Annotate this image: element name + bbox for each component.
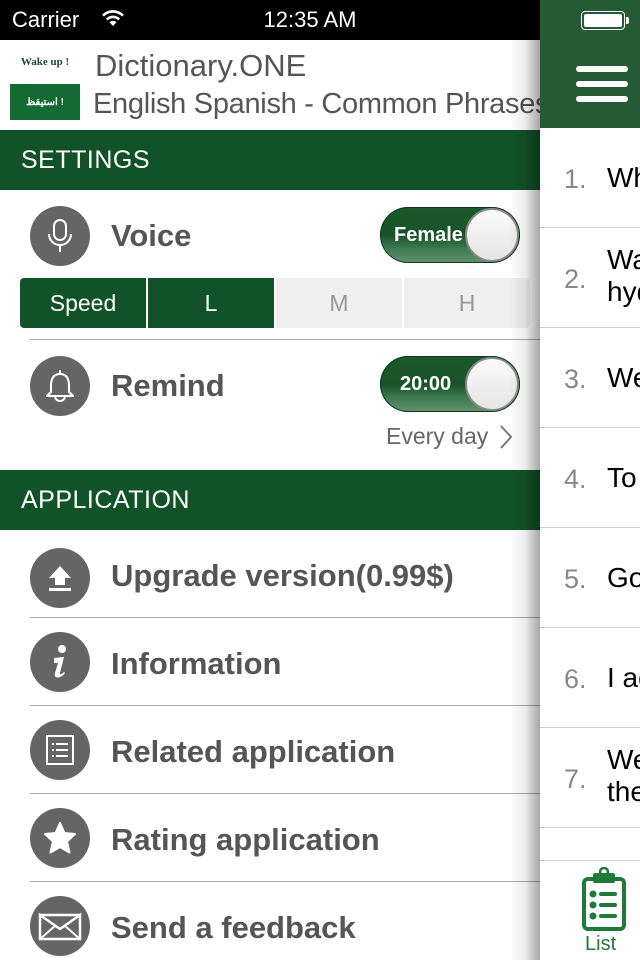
phrase-row[interactable]: 6. I ag — [540, 628, 640, 728]
voice-toggle-value: Female — [394, 224, 463, 246]
envelope-icon — [30, 896, 90, 956]
list-icon — [30, 720, 90, 780]
menu-item-label: Upgrade version(0.99$) — [111, 558, 454, 593]
phrase-row[interactable]: 1. Wh — [540, 128, 640, 228]
phrase-number: 3. — [564, 364, 587, 394]
voice-toggle[interactable]: Female — [380, 207, 520, 263]
divider — [30, 881, 540, 882]
phrase-text: Wh — [607, 162, 640, 193]
divider — [30, 339, 540, 340]
phrase-text: To — [607, 462, 637, 493]
speed-label: Speed — [20, 278, 146, 328]
voice-toggle-knob[interactable] — [465, 208, 519, 262]
phrase-list-panel[interactable]: 1. Wh 2. Wa hyd 3. We 4. To 5. Go 6. I a… — [540, 0, 640, 960]
menu-item-label: Information — [111, 646, 282, 681]
tab-list-label[interactable]: List — [585, 933, 616, 956]
phrase-number: 7. — [564, 764, 587, 794]
clipboard-list-icon[interactable] — [581, 866, 627, 938]
divider — [30, 617, 540, 618]
phrase-number: 1. — [564, 164, 587, 194]
phrase-number: 4. — [564, 464, 587, 494]
screen: Carrier 12:35 AM Wake up ! استيقظ ! Dict… — [0, 0, 640, 960]
battery-icon — [581, 11, 625, 30]
chevron-right-icon[interactable] — [498, 424, 514, 455]
remind-toggle-knob[interactable] — [465, 357, 519, 411]
remind-repeat[interactable]: Every day — [386, 423, 488, 450]
application-section-header: APPLICATION — [0, 470, 540, 530]
phrase-text: I ag — [607, 662, 640, 693]
phrase-row[interactable]: 2. Wa hyd — [540, 228, 640, 328]
phrase-row[interactable]: 4. To — [540, 428, 640, 528]
speed-option-high[interactable]: H — [404, 278, 530, 328]
hamburger-icon[interactable] — [576, 66, 628, 102]
phrase-row[interactable]: 5. Go — [540, 528, 640, 628]
info-icon — [30, 632, 90, 692]
remind-toggle[interactable]: 20:00 — [380, 356, 520, 412]
phrase-text-line2: the — [607, 776, 640, 807]
menu-item-label: Rating application — [111, 822, 380, 857]
clock: 12:35 AM — [263, 7, 357, 32]
phrase-row[interactable]: 7. We the — [540, 728, 640, 828]
phrase-number: 2. — [564, 264, 587, 294]
phrase-text: We — [607, 362, 640, 393]
speed-option-medium[interactable]: M — [276, 278, 402, 328]
star-icon — [30, 808, 90, 868]
bell-icon — [30, 356, 90, 416]
app-subtitle: English Spanish - Common Phrases — [93, 88, 550, 120]
remind-label: Remind — [111, 368, 225, 403]
menu-item-label: Send a feedback — [111, 910, 356, 945]
phrase-text: Go — [607, 562, 640, 593]
app-title: Dictionary.ONE — [95, 48, 307, 83]
menu-item-label: Related application — [111, 734, 396, 769]
phrase-number: 6. — [564, 664, 587, 694]
voice-label: Voice — [111, 218, 192, 253]
divider — [30, 705, 540, 706]
microphone-icon — [30, 206, 90, 266]
app-header: Wake up ! استيقظ ! Dictionary.ONE Englis… — [0, 40, 550, 130]
remind-time: 20:00 — [400, 373, 452, 395]
phrase-text: We — [607, 744, 640, 775]
app-logo-badge: استيقظ ! — [10, 84, 80, 120]
settings-section-header: SETTINGS — [0, 130, 540, 190]
panel-header — [540, 0, 640, 128]
divider — [30, 793, 540, 794]
app-logo-text: Wake up ! — [20, 56, 70, 68]
phrase-text-line2: hyd — [607, 276, 640, 307]
phrase-number: 5. — [564, 564, 587, 594]
battery-tip — [626, 17, 629, 24]
phrase-text: Wa — [607, 244, 640, 275]
speed-option-low[interactable]: L — [148, 278, 274, 328]
upload-icon — [30, 548, 90, 608]
settings-menu: Wake up ! استيقظ ! Dictionary.ONE Englis… — [0, 40, 550, 960]
phrase-row[interactable]: 3. We — [540, 328, 640, 428]
tab-bar: List — [540, 860, 640, 960]
